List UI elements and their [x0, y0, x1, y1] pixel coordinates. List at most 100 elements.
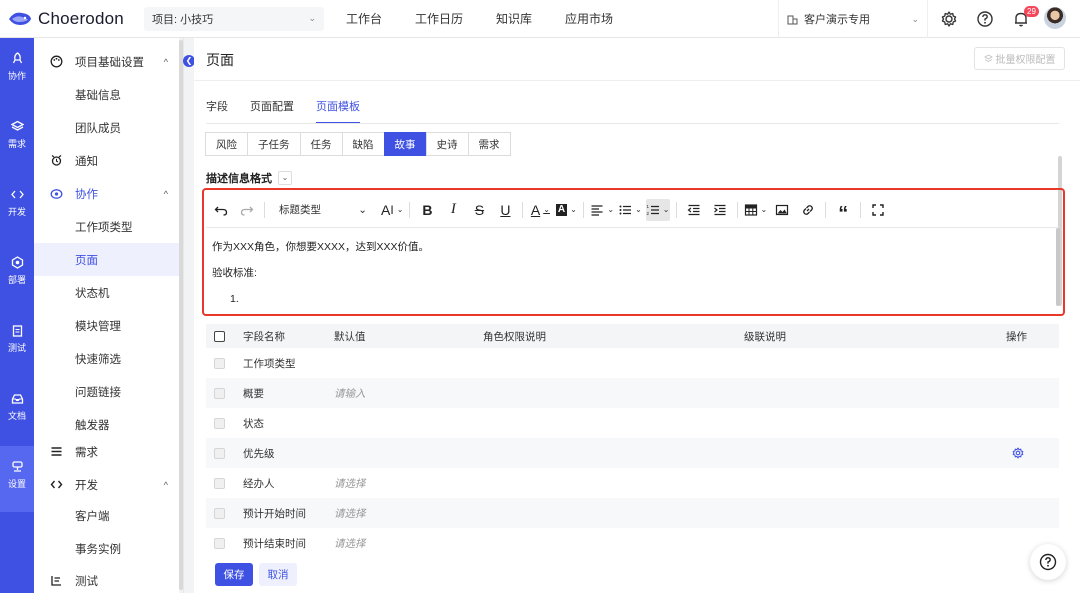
outdent-icon[interactable] — [683, 199, 705, 221]
subnav-collab[interactable]: 协作 ^ — [34, 177, 180, 210]
tab-page-config[interactable]: 页面配置 — [250, 98, 294, 124]
type-task[interactable]: 任务 — [299, 132, 343, 156]
table-icon[interactable]: ⌄ — [744, 199, 767, 221]
row-checkbox[interactable] — [214, 357, 225, 369]
chevron-up-icon: ^ — [163, 188, 168, 199]
subnav-pages[interactable]: 页面 — [34, 243, 180, 276]
rail-item-settings[interactable]: 设置 — [0, 446, 34, 512]
subnav-demand[interactable]: 需求 — [34, 435, 180, 468]
subnav-team-members[interactable]: 团队成员 — [34, 111, 180, 144]
table-row: 经办人 请选择 — [206, 468, 1059, 498]
subnav-quick-filter[interactable]: 快速筛选 — [34, 342, 180, 375]
row-checkbox[interactable] — [214, 477, 225, 489]
subnav-modules[interactable]: 模块管理 — [34, 309, 180, 342]
cancel-button[interactable]: 取消 — [259, 563, 297, 586]
strikethrough-icon[interactable]: S — [468, 199, 490, 221]
default-value[interactable]: 请选择 — [334, 536, 366, 551]
subnav-test[interactable]: 测试 — [34, 564, 180, 593]
tab-fields[interactable]: 字段 — [206, 98, 228, 124]
ordered-list-icon[interactable]: 1 2 ⌄ — [645, 198, 670, 221]
fullscreen-icon[interactable] — [867, 199, 889, 221]
default-value[interactable]: 请选择 — [334, 476, 366, 491]
floating-help-button[interactable] — [1030, 544, 1066, 580]
rail-item-demand[interactable]: 需求 — [0, 120, 34, 170]
avatar[interactable] — [1044, 7, 1066, 29]
rail-item-test[interactable]: 测试 — [0, 324, 34, 374]
rail-item-docs[interactable]: 文档 — [0, 392, 34, 442]
nav-app-market[interactable]: 应用市场 — [565, 10, 613, 27]
type-risk[interactable]: 风险 — [205, 132, 248, 156]
subnav-transaction[interactable]: 事务实例 — [34, 532, 180, 565]
save-button[interactable]: 保存 — [215, 563, 253, 586]
toolbar-divider — [409, 201, 411, 218]
subnav-issue-links[interactable]: 问题链接 — [34, 375, 180, 408]
row-checkbox[interactable] — [214, 417, 225, 429]
editor-scrollbar[interactable] — [1056, 228, 1060, 306]
nav-knowledge[interactable]: 知识库 — [496, 10, 532, 27]
subnav-dev[interactable]: 开发 ^ — [34, 468, 180, 501]
default-value[interactable]: 请选择 — [334, 506, 366, 521]
default-value[interactable]: 请输入 — [334, 386, 366, 401]
type-epic[interactable]: 史诗 — [425, 132, 469, 156]
editor-content[interactable]: 作为XXX角色，你想要XXXX，达到XXX价值。 验收标准: 1. — [212, 234, 429, 312]
nav-calendar[interactable]: 工作日历 — [415, 10, 463, 27]
highlight-color-icon[interactable]: A ⌄ — [555, 199, 577, 221]
image-icon[interactable] — [771, 199, 793, 221]
bullet-list-icon[interactable]: ⌄ — [618, 199, 642, 221]
project-select[interactable]: 项目: 小技巧 ⌄ — [144, 6, 324, 31]
row-checkbox[interactable] — [214, 387, 225, 399]
redo-icon[interactable] — [236, 199, 258, 221]
alarm-icon — [51, 155, 62, 166]
indent-icon[interactable] — [709, 199, 731, 221]
tab-page-template[interactable]: 页面模板 — [316, 98, 360, 124]
underline-icon[interactable]: U — [494, 199, 516, 221]
rail-item-dev[interactable]: 开发 — [0, 188, 34, 238]
org-select[interactable]: 客户演示专用 ⌄ — [778, 0, 928, 38]
subnav-project-settings[interactable]: 项目基础设置 ^ — [34, 45, 180, 78]
rail-item-deploy[interactable]: 部署 — [0, 256, 34, 306]
gear-icon[interactable] — [1012, 447, 1024, 459]
bold-icon[interactable]: B — [416, 199, 438, 221]
choerodon-logo-icon — [9, 12, 31, 25]
subnav-basic-info[interactable]: 基础信息 — [34, 78, 180, 111]
type-demand[interactable]: 需求 — [467, 132, 511, 156]
field-name: 预计开始时间 — [243, 507, 306, 520]
font-color-icon[interactable]: A ⌄ — [529, 199, 551, 221]
nav-workbench[interactable]: 工作台 — [346, 10, 382, 27]
left-rail: 协作 需求 开发 部署 测试 文档 设置 — [0, 38, 34, 593]
gear-icon[interactable] — [940, 10, 958, 28]
table-row: 优先级 — [206, 438, 1059, 468]
help-icon[interactable] — [976, 10, 994, 28]
row-checkbox[interactable] — [214, 507, 225, 519]
heading-type-select[interactable]: 标题类型 ⌄ — [271, 199, 375, 221]
subnav-label: 需求 — [75, 446, 98, 459]
quote-icon[interactable]: “ — [832, 199, 854, 224]
batch-permission-button[interactable]: 批量权限配置 — [974, 47, 1065, 70]
select-all-checkbox[interactable] — [214, 330, 225, 342]
type-subtask[interactable]: 子任务 — [247, 132, 301, 156]
column-header: 操作 — [1006, 330, 1027, 343]
inbox-icon — [11, 394, 23, 404]
align-icon[interactable]: ⌄ — [590, 199, 614, 221]
row-checkbox[interactable] — [214, 447, 225, 459]
link-icon[interactable] — [797, 199, 819, 221]
column-header: 级联说明 — [744, 330, 786, 343]
subnav-state-machine[interactable]: 状态机 — [34, 276, 180, 309]
subnav-client[interactable]: 客户端 — [34, 499, 180, 532]
subnav-scrollbar[interactable] — [179, 38, 183, 593]
subnav-notify[interactable]: 通知 — [34, 144, 180, 177]
type-bug[interactable]: 缺陷 — [341, 132, 385, 156]
subnav-issue-types[interactable]: 工作项类型 — [34, 210, 180, 243]
row-checkbox[interactable] — [214, 537, 225, 549]
settings-icon — [11, 461, 23, 472]
layers-icon — [983, 54, 993, 63]
logo[interactable]: Choerodon — [0, 9, 140, 29]
font-size-icon[interactable]: A I ⌄ — [381, 199, 403, 221]
chevron-down-icon[interactable]: ⌄ — [278, 171, 292, 185]
rail-item-collab[interactable]: 协作 — [0, 52, 34, 102]
column-header: 字段名称 — [243, 330, 285, 343]
italic-icon[interactable]: I — [442, 199, 464, 221]
toolbar-divider — [522, 201, 524, 218]
type-story[interactable]: 故事 — [383, 132, 427, 156]
undo-icon[interactable] — [210, 199, 232, 221]
